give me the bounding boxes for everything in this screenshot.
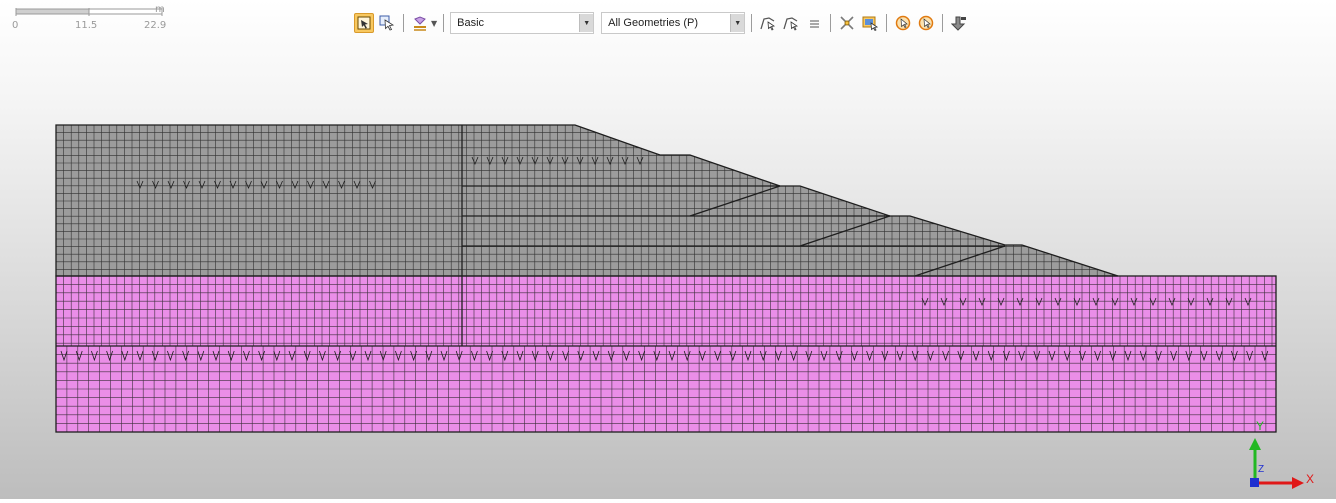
pointer-circle-icon	[895, 15, 911, 31]
y-axis-arrow	[1249, 438, 1261, 450]
x-axis-label: X	[1306, 472, 1315, 486]
select-mesh-button[interactable]	[354, 13, 374, 33]
display-icon	[414, 16, 426, 31]
chevron-down-icon[interactable]: ▼	[730, 14, 745, 32]
select-arrow-icon	[379, 15, 395, 31]
middle-soil-cluster	[56, 276, 1276, 346]
toolbar-separator	[942, 14, 944, 32]
select-arrow-button[interactable]	[377, 13, 397, 33]
toolbar-separator	[886, 14, 888, 32]
scale-unit: m	[155, 4, 165, 15]
scale-tick-1: 11.5	[75, 20, 98, 31]
z-axis-marker	[1250, 478, 1259, 487]
z-axis-label: Z	[1258, 464, 1265, 475]
pointer-circle-button[interactable]	[893, 13, 913, 33]
toolbar-separator	[751, 14, 753, 32]
curve-pick-alt-icon	[783, 17, 799, 31]
chevron-down-icon[interactable]: ▼	[579, 14, 594, 32]
pointer-circle-alt-button[interactable]	[916, 13, 936, 33]
upper-mesh-grid	[56, 125, 1118, 276]
model-viewport[interactable]: m 0 11.5 22.9 ▼ Basic ▼ All Geometries (…	[0, 0, 1336, 499]
style-select-value: Basic	[457, 17, 485, 29]
toolbar-separator	[403, 14, 404, 32]
axis-triad: Y X Z	[1236, 414, 1336, 499]
export-button[interactable]	[949, 13, 969, 33]
align-button[interactable]	[804, 13, 824, 33]
curve-pick-icon	[760, 17, 776, 31]
geometry-select[interactable]: All Geometries (P) ▼	[601, 12, 746, 34]
style-select[interactable]: Basic ▼	[450, 12, 595, 34]
toolbar-separator	[830, 14, 832, 32]
tools-button[interactable]	[837, 13, 857, 33]
tools-icon	[840, 16, 854, 30]
view-toolbar: ▼ Basic ▼ All Geometries (P) ▼	[354, 10, 969, 36]
toolbar-separator	[443, 14, 445, 32]
curve-pick-alt-button[interactable]	[781, 13, 801, 33]
geometry-select-value: All Geometries (P)	[608, 17, 699, 29]
mesh-canvas[interactable]	[0, 0, 1336, 499]
select-mesh-icon	[357, 16, 371, 30]
scale-bar: m 0 11.5 22.9	[10, 4, 180, 34]
display-dropdown-caret-icon[interactable]: ▼	[431, 19, 437, 28]
scale-tick-2: 22.9	[144, 20, 167, 31]
align-icon	[810, 20, 820, 28]
x-axis-arrow	[1292, 477, 1304, 489]
y-axis-label: Y	[1256, 419, 1265, 433]
scale-tick-0: 0	[12, 20, 19, 31]
window-select-button[interactable]	[860, 13, 880, 33]
curve-pick-button[interactable]	[758, 13, 778, 33]
window-select-icon	[862, 16, 879, 31]
pointer-circle-alt-icon	[918, 15, 934, 31]
export-icon	[951, 16, 967, 31]
display-button[interactable]	[410, 13, 430, 33]
